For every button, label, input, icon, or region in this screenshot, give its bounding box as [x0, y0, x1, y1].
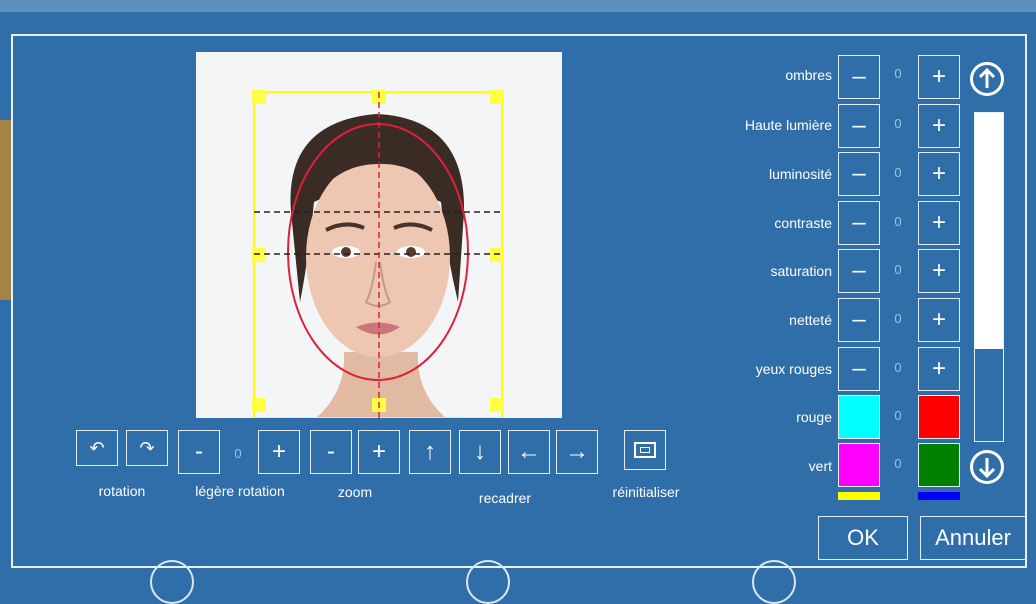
shadows-plus-button[interactable]: + — [918, 55, 960, 99]
background-control — [466, 560, 510, 604]
rotate-left-button[interactable]: ↶ — [76, 430, 118, 466]
arrow-down-icon: ↓ — [474, 438, 486, 465]
recrop-label: recadrer — [478, 490, 532, 506]
highlights-minus-button[interactable]: – — [838, 104, 880, 148]
rotation-label: rotation — [98, 483, 146, 499]
move-down-button[interactable]: ↓ — [459, 430, 501, 474]
saturation-value: 0 — [894, 262, 902, 277]
slight-rotation-value: 0 — [234, 446, 242, 461]
rotate-right-icon: ↷ — [139, 437, 155, 458]
adjust-label-saturation: saturation — [770, 263, 832, 279]
shadows-value: 0 — [894, 66, 902, 81]
contrast-value: 0 — [894, 214, 902, 229]
red-decrease-swatch[interactable] — [838, 395, 880, 439]
green-increase-swatch[interactable] — [918, 443, 960, 487]
adjust-label-shadows: ombres — [785, 67, 832, 83]
zoom-out-button[interactable]: - — [310, 430, 352, 474]
highlights-plus-button[interactable]: + — [918, 104, 960, 148]
move-up-button[interactable]: ↑ — [409, 430, 451, 474]
slight-rotation-label: légère rotation — [195, 483, 285, 499]
portrait-with-crop-guides — [196, 52, 562, 418]
adjust-label-contrast: contraste — [774, 215, 832, 231]
arrow-up-icon: ↑ — [424, 438, 436, 465]
saturation-minus-button[interactable]: – — [838, 249, 880, 293]
adjust-label-red-eye: yeux rouges — [755, 361, 832, 377]
red-increase-swatch[interactable] — [918, 395, 960, 439]
zoom-label: zoom — [337, 484, 373, 500]
cancel-button[interactable]: Annuler — [920, 516, 1026, 560]
adjust-label-sharpness: netteté — [789, 312, 832, 328]
reset-frame-icon — [634, 442, 656, 458]
brightness-value: 0 — [894, 165, 902, 180]
contrast-plus-button[interactable]: + — [918, 201, 960, 245]
arrow-down-icon — [978, 458, 996, 478]
red-eye-minus-button[interactable]: – — [838, 347, 880, 391]
slight-rotation-plus-button[interactable]: + — [258, 430, 300, 474]
background-window-strip — [0, 0, 1036, 12]
color-label-green: vert — [808, 458, 832, 474]
rotate-left-icon: ↶ — [89, 437, 105, 458]
arrow-up-icon — [978, 68, 996, 88]
contrast-minus-button[interactable]: – — [838, 201, 880, 245]
brightness-plus-button[interactable]: + — [918, 152, 960, 196]
red-eye-plus-button[interactable]: + — [918, 347, 960, 391]
zoom-in-button[interactable]: + — [358, 430, 400, 474]
red-eye-value: 0 — [894, 360, 902, 375]
brightness-minus-button[interactable]: – — [838, 152, 880, 196]
red-value: 0 — [894, 408, 902, 423]
move-left-button[interactable]: ← — [508, 430, 550, 474]
scroll-track[interactable] — [974, 112, 1004, 442]
sharpness-value: 0 — [894, 311, 902, 326]
sharpness-plus-button[interactable]: + — [918, 298, 960, 342]
scroll-up-button[interactable] — [970, 62, 1004, 96]
ok-button[interactable]: OK — [818, 516, 908, 560]
arrow-left-icon: ← — [517, 438, 541, 465]
highlights-value: 0 — [894, 116, 902, 131]
rotate-right-button[interactable]: ↷ — [126, 430, 168, 466]
scroll-thumb[interactable] — [975, 113, 1003, 349]
background-control — [150, 560, 194, 604]
slight-rotation-minus-button[interactable]: - — [178, 430, 220, 474]
photo-preview[interactable] — [196, 52, 562, 418]
green-value: 0 — [894, 456, 902, 471]
reset-label: réinitialiser — [612, 484, 680, 500]
color-label-red: rouge — [796, 409, 832, 425]
move-right-button[interactable]: → — [556, 430, 598, 474]
adjust-label-brightness: luminosité — [768, 166, 832, 182]
background-control — [752, 560, 796, 604]
adjust-label-highlights: Haute lumière — [744, 117, 832, 133]
next-row-decrease-swatch-partial — [838, 492, 880, 500]
sharpness-minus-button[interactable]: – — [838, 298, 880, 342]
green-decrease-swatch[interactable] — [838, 443, 880, 487]
next-row-increase-swatch-partial — [918, 492, 960, 500]
saturation-plus-button[interactable]: + — [918, 249, 960, 293]
scroll-down-button[interactable] — [970, 450, 1004, 484]
reset-button[interactable] — [624, 430, 666, 470]
shadows-minus-button[interactable]: – — [838, 55, 880, 99]
arrow-right-icon: → — [565, 438, 589, 465]
